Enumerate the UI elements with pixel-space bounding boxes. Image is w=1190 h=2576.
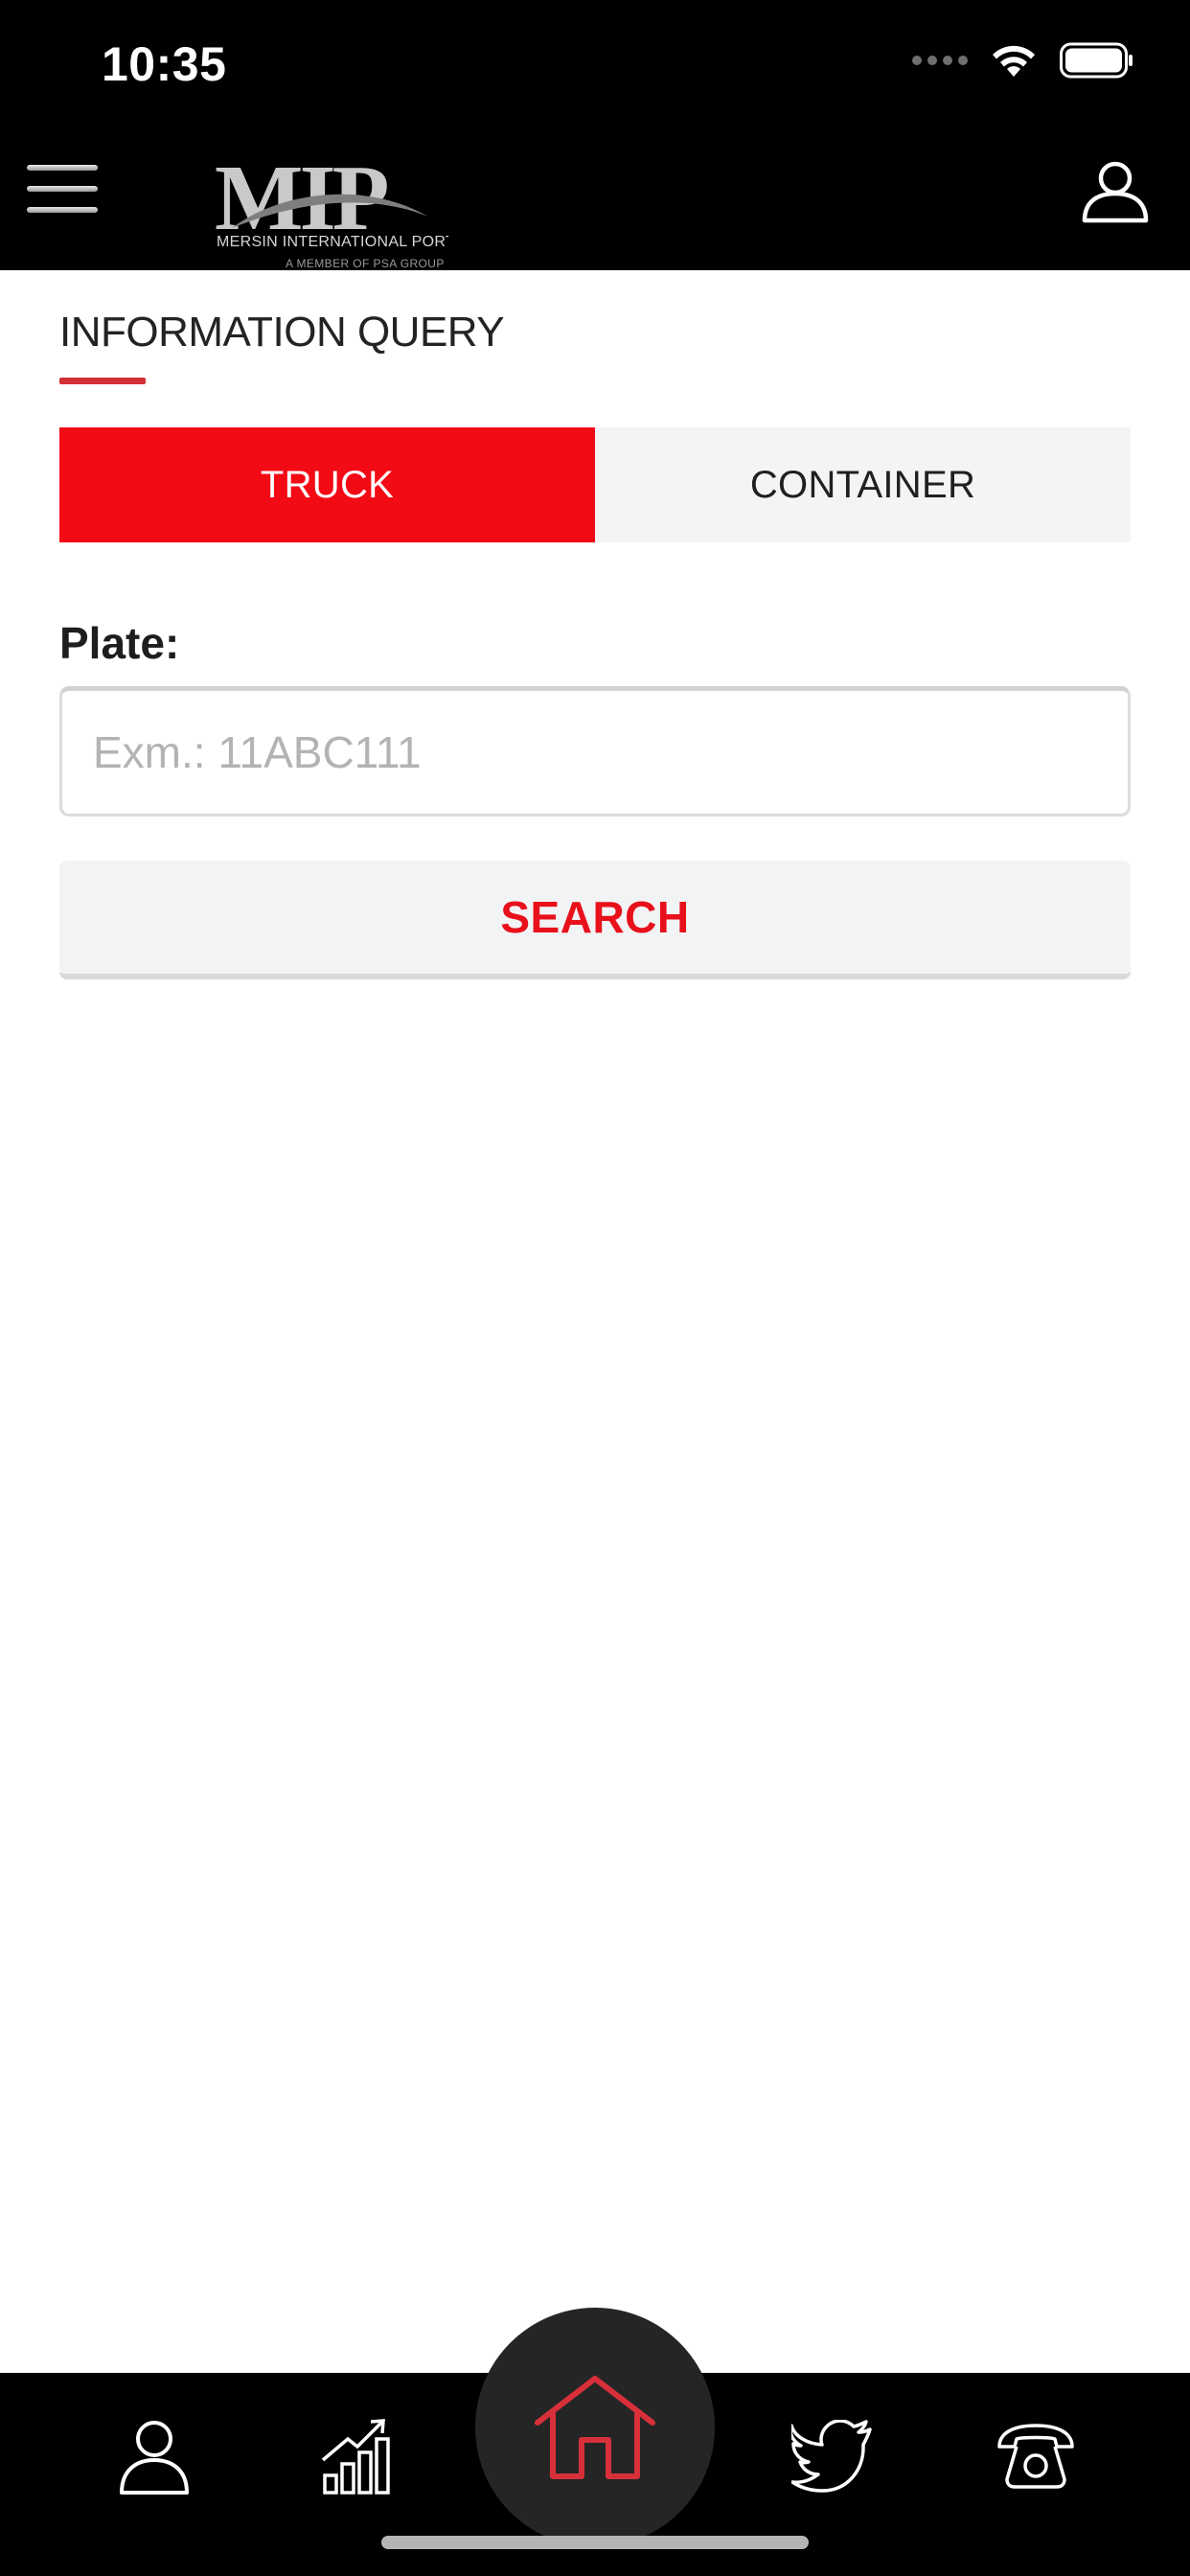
nav-contact-button[interactable] [983,2404,1088,2509]
logo-tagline: A MEMBER OF PSA GROUP [286,257,445,270]
person-icon [120,2421,189,2495]
page-title: INFORMATION QUERY [59,309,505,356]
wifi-icon [993,45,1035,77]
logo-swoosh [232,194,428,228]
home-icon [535,2376,655,2479]
battery-icon [1060,42,1133,79]
nav-profile-button[interactable] [102,2404,207,2509]
home-indicator[interactable] [381,2536,809,2549]
nav-home-button[interactable] [475,2308,715,2547]
tab-truck[interactable]: TRUCK [59,427,595,542]
logo-subtitle: MERSIN INTERNATIONAL PORT [217,234,448,250]
search-button[interactable]: SEARCH [59,861,1131,979]
query-type-tabs: TRUCK CONTAINER [59,427,1131,542]
plate-input[interactable] [59,686,1131,816]
nav-statistics-button[interactable] [305,2404,410,2509]
twitter-icon [791,2420,872,2493]
status-time: 10:35 [102,37,227,91]
app-header: 10:35 MIP MERSIN INTERNATIONAL PORT A ME… [0,0,1190,270]
telephone-icon [997,2424,1074,2489]
plate-label: Plate: [59,618,180,668]
cellular-signal-icon [912,56,968,65]
nav-twitter-button[interactable] [780,2404,885,2509]
title-underline [59,378,146,384]
user-profile-button[interactable] [1079,159,1152,224]
user-icon [1082,161,1149,223]
hamburger-menu-button[interactable] [27,161,98,217]
status-icons [912,42,1134,79]
mip-logo: MIP MERSIN INTERNATIONAL PORT A MEMBER O… [215,151,448,270]
chart-growth-icon [321,2419,390,2495]
tab-container[interactable]: CONTAINER [595,427,1131,542]
